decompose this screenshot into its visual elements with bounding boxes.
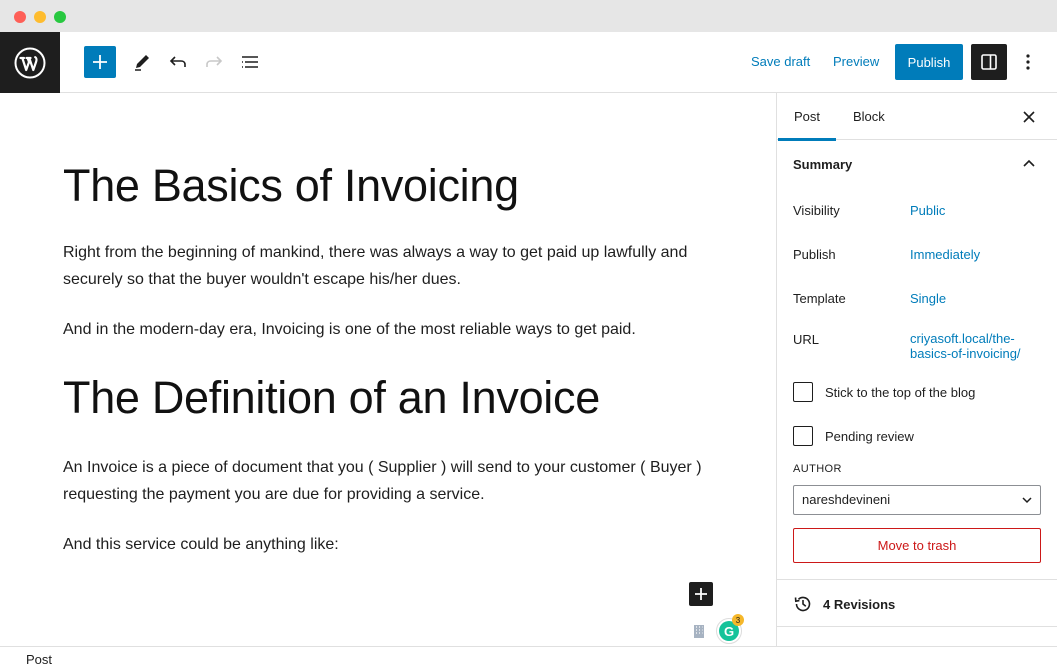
close-window-button[interactable] (14, 11, 26, 23)
settings-sidebar: Post Block Summary Visibility Public Pub… (776, 93, 1057, 646)
history-icon (794, 596, 811, 612)
publish-date-label: Publish (793, 247, 836, 262)
breadcrumb[interactable]: Post (26, 652, 52, 667)
publish-button[interactable]: Publish (895, 44, 963, 80)
paragraph-block[interactable]: And in the modern-day era, Invoicing is … (63, 316, 703, 343)
document-overview-button[interactable] (234, 46, 266, 78)
url-line: basics-of-invoicing/ (910, 346, 1021, 361)
paragraph-block[interactable]: And this service could be anything like: (63, 531, 703, 558)
divider (777, 626, 1057, 627)
save-draft-button[interactable]: Save draft (751, 54, 810, 69)
summary-panel-title[interactable]: Summary (793, 157, 852, 172)
pencil-icon (135, 55, 149, 71)
url-line: criyasoft.local/the- (910, 331, 1015, 346)
preview-button[interactable]: Preview (833, 54, 879, 69)
close-icon (1023, 111, 1035, 123)
close-sidebar-button[interactable] (1017, 105, 1041, 129)
author-label: AUTHOR (793, 463, 842, 475)
author-select[interactable]: nareshdevineni (793, 485, 1041, 515)
pending-review-label: Pending review (825, 429, 914, 444)
settings-toggle-button[interactable] (971, 44, 1007, 80)
editor-canvas: The Basics of Invoicing Right from the b… (0, 93, 776, 646)
sidebar-tabs: Post Block (777, 93, 1057, 141)
paragraph-block[interactable]: An Invoice is a piece of document that y… (63, 454, 703, 508)
template-label: Template (793, 291, 846, 306)
extension-button[interactable] (690, 622, 708, 640)
building-icon (694, 625, 704, 638)
author-value: nareshdevineni (802, 492, 891, 507)
grammarly-count-badge: 3 (732, 614, 744, 626)
wordpress-logo-button[interactable] (0, 32, 60, 93)
redo-button[interactable] (198, 46, 230, 78)
grammarly-button[interactable]: G 3 (716, 614, 744, 644)
url-toggle[interactable]: criyasoft.local/the- basics-of-invoicing… (910, 331, 1021, 361)
plus-icon (93, 55, 107, 69)
revisions-link[interactable]: 4 Revisions (793, 594, 895, 614)
minimize-window-button[interactable] (34, 11, 46, 23)
editor-footer: Post (0, 646, 1057, 672)
revisions-label: 4 Revisions (823, 596, 896, 612)
stick-to-top-label: Stick to the top of the blog (825, 385, 976, 400)
tab-block[interactable]: Block (853, 93, 885, 140)
plus-icon (695, 588, 707, 600)
heading-block[interactable]: The Definition of an Invoice (63, 372, 600, 424)
chevron-up-icon (1023, 159, 1035, 167)
visibility-label: Visibility (793, 203, 840, 218)
stick-to-top-checkbox[interactable] (793, 382, 813, 402)
maximize-window-button[interactable] (54, 11, 66, 23)
template-toggle[interactable]: Single (910, 291, 946, 306)
pending-review-checkbox[interactable] (793, 426, 813, 446)
tab-post[interactable]: Post (777, 93, 837, 141)
more-vertical-icon (1026, 54, 1030, 70)
url-label: URL (793, 332, 820, 347)
visibility-toggle[interactable]: Public (910, 203, 945, 218)
sidebar-panel-icon (981, 54, 997, 70)
window-titlebar (0, 0, 1057, 32)
undo-button[interactable] (162, 46, 194, 78)
divider (777, 579, 1057, 580)
list-view-icon (242, 56, 258, 68)
editor-header: Save draft Preview Publish (0, 32, 1057, 93)
publish-date-toggle[interactable]: Immediately (910, 247, 980, 262)
move-to-trash-button[interactable]: Move to trash (793, 528, 1041, 563)
add-block-button[interactable] (84, 46, 116, 78)
options-menu-button[interactable] (1016, 46, 1040, 78)
block-inserter-button[interactable] (689, 582, 713, 606)
post-title[interactable]: The Basics of Invoicing (63, 160, 519, 212)
wordpress-icon (14, 47, 46, 78)
tools-button[interactable] (126, 46, 158, 78)
redo-icon (206, 56, 223, 67)
collapse-summary-button[interactable] (1019, 153, 1039, 173)
chevron-down-icon (1022, 497, 1032, 504)
undo-icon (169, 56, 186, 67)
paragraph-block[interactable]: Right from the beginning of mankind, the… (63, 239, 703, 293)
